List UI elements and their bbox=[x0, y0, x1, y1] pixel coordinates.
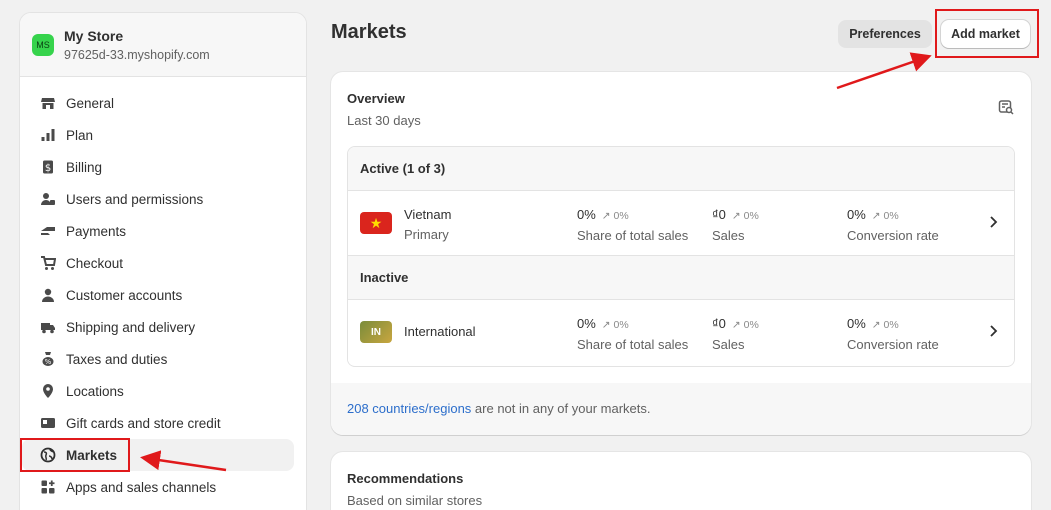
annotation-arrows bbox=[140, 52, 932, 472]
arrow-to-add-market bbox=[836, 52, 932, 90]
arrow-to-markets bbox=[140, 450, 227, 472]
